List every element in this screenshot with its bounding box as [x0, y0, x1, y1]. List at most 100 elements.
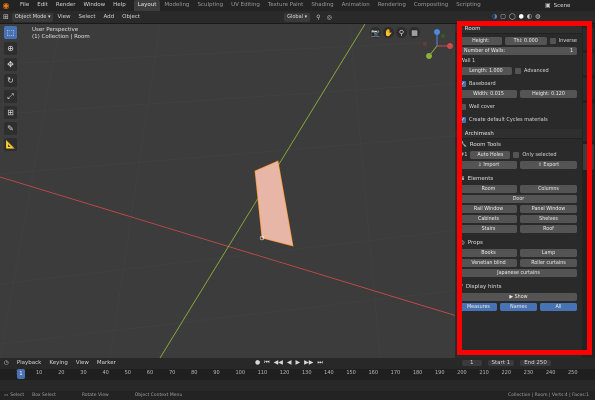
tab-texture-paint[interactable]: Texture Paint	[264, 0, 308, 11]
menu-select[interactable]: Select	[75, 14, 100, 20]
room-wall-object[interactable]	[254, 160, 294, 247]
baseboard-height-field[interactable]: Height: 0.120	[520, 90, 577, 98]
menu-keying[interactable]: Keying	[45, 360, 71, 366]
record-icon[interactable]: ●	[255, 359, 260, 367]
menu-help[interactable]: Help	[109, 0, 130, 11]
camera-view-icon[interactable]: 📷	[370, 27, 381, 38]
material-shading-icon[interactable]: ◐	[527, 13, 532, 20]
mode-dropdown[interactable]: Object Mode ▾	[11, 12, 54, 22]
room-panel-header[interactable]: ▾ Room	[455, 24, 582, 34]
jump-start-icon[interactable]: ⏮	[264, 359, 269, 367]
room-height-field[interactable]: Height:	[460, 37, 502, 45]
archimesh-panel-header[interactable]: ▾ Archimesh	[455, 129, 582, 139]
gizmo-z-icon[interactable]	[434, 29, 440, 35]
stairs-button[interactable]: Stairs	[460, 225, 517, 233]
next-key-icon[interactable]: ▶▶	[304, 359, 313, 367]
japanese-curtains-button[interactable]: Japanese curtains	[460, 269, 577, 277]
auto-holes-button[interactable]: Auto Holes	[470, 151, 511, 159]
xray-icon[interactable]: ▢	[500, 13, 506, 20]
tab-item[interactable]: Item	[583, 28, 594, 50]
tab-view[interactable]: View	[583, 78, 594, 100]
blender-logo-icon[interactable]: ◉	[0, 0, 12, 11]
menu-file[interactable]: File	[16, 0, 33, 11]
menu-marker[interactable]: Marker	[93, 360, 120, 366]
tab-scripting[interactable]: Scripting	[452, 0, 484, 11]
timeline-editor-icon[interactable]: ◷	[0, 360, 13, 366]
tab-animation[interactable]: Animation	[338, 0, 374, 11]
transform-tool-icon[interactable]: ⊞	[4, 106, 17, 119]
columns-button[interactable]: Columns	[520, 185, 577, 193]
start-frame-field[interactable]: Start 1	[487, 360, 515, 366]
baseboard-checkbox[interactable]	[460, 81, 466, 87]
proportional-edit-icon[interactable]: ◎	[327, 14, 332, 21]
cursor-tool-icon[interactable]: ⊕	[4, 42, 17, 55]
menu-view[interactable]: View	[53, 14, 74, 20]
snap-icon[interactable]: ⚲	[316, 14, 320, 21]
only-selected-checkbox[interactable]	[513, 152, 520, 158]
shelves-button[interactable]: Shelves	[520, 215, 577, 223]
zoom-icon[interactable]: ⚲	[396, 27, 407, 38]
menu-add[interactable]: Add	[100, 14, 119, 20]
prev-key-icon[interactable]: ◀◀	[274, 359, 283, 367]
menu-object[interactable]: Object	[118, 14, 144, 20]
roller-curtains-button[interactable]: Roller curtains	[520, 259, 577, 267]
move-tool-icon[interactable]: ✥	[4, 58, 17, 71]
baseboard-width-field[interactable]: Width: 0.015	[460, 90, 517, 98]
cabinets-button[interactable]: Cabinets	[460, 215, 517, 223]
rail-window-button[interactable]: Rail Window	[460, 205, 517, 213]
tab-sculpting[interactable]: Sculpting	[193, 0, 227, 11]
inverse-checkbox[interactable]	[549, 38, 556, 44]
room-thickness-field[interactable]: Thi: 0.000	[504, 37, 547, 45]
menu-playback[interactable]: Playback	[13, 360, 46, 366]
tab-create[interactable]: Create	[583, 144, 594, 170]
books-button[interactable]: Books	[460, 249, 517, 257]
tab-rendering[interactable]: Rendering	[374, 0, 410, 11]
measures-toggle[interactable]: Measures	[460, 303, 497, 311]
room-button[interactable]: Room	[460, 185, 517, 193]
end-frame-field[interactable]: End 250	[520, 360, 551, 366]
export-button[interactable]: ⇧ Export	[520, 161, 577, 169]
scale-tool-icon[interactable]: ⤢	[4, 90, 17, 103]
wall-length-field[interactable]: Length: 1.000	[460, 67, 512, 75]
all-toggle[interactable]: All	[540, 303, 577, 311]
cycles-materials-checkbox[interactable]	[460, 117, 466, 123]
venetian-blind-button[interactable]: Venetian blind	[460, 259, 517, 267]
transform-orientation-dropdown[interactable]: Global ▾	[284, 12, 311, 22]
current-frame-field[interactable]: 1	[462, 360, 482, 366]
gizmo-y-icon[interactable]	[426, 53, 432, 59]
menu-timeline-view[interactable]: View	[72, 360, 93, 366]
annotate-tool-icon[interactable]: ✎	[4, 122, 17, 135]
tab-layout[interactable]: Layout	[133, 0, 161, 11]
menu-render[interactable]: Render	[52, 0, 80, 11]
rendered-shading-icon[interactable]: ◍	[535, 13, 540, 20]
wall-cover-checkbox[interactable]	[460, 104, 466, 110]
play-icon[interactable]: ▶	[296, 359, 301, 367]
tab-compositing[interactable]: Compositing	[410, 0, 452, 11]
lamp-button[interactable]: Lamp	[520, 249, 577, 257]
tab-modeling[interactable]: Modeling	[160, 0, 193, 11]
door-button[interactable]: Door	[460, 195, 577, 203]
advanced-checkbox[interactable]	[515, 68, 521, 74]
number-of-walls-field[interactable]: Number of Walls: 1	[460, 47, 577, 55]
names-toggle[interactable]: Names	[500, 303, 537, 311]
gizmo-x-icon[interactable]	[447, 43, 453, 49]
show-button[interactable]: ▶ Show	[460, 293, 577, 301]
play-reverse-icon[interactable]: ◀	[287, 359, 292, 367]
solid-shading-icon[interactable]: ●	[519, 13, 524, 20]
roof-button[interactable]: Roof	[520, 225, 577, 233]
playhead[interactable]: 1	[17, 369, 25, 379]
editor-type-icon[interactable]: ⊞	[3, 13, 9, 21]
wireframe-shading-icon[interactable]: ◯	[509, 13, 516, 20]
menu-window[interactable]: Window	[79, 0, 109, 11]
select-tool-icon[interactable]: ⬚	[4, 26, 17, 39]
pan-hand-icon[interactable]: ✋	[383, 27, 394, 38]
scene-selector[interactable]: ▣ Scene	[545, 0, 570, 11]
measure-tool-icon[interactable]: 📐	[4, 138, 17, 151]
navigation-gizmo[interactable]	[417, 26, 457, 66]
timeline-ruler[interactable]: 1102030405060708090100110120130140150160…	[0, 369, 595, 380]
menu-edit[interactable]: Edit	[33, 0, 52, 11]
tab-shading[interactable]: Shading	[307, 0, 337, 11]
jump-end-icon[interactable]: ⏭	[317, 359, 322, 367]
import-button[interactable]: ⇩ Import	[460, 161, 517, 169]
tab-tool[interactable]: Tool	[583, 53, 594, 75]
